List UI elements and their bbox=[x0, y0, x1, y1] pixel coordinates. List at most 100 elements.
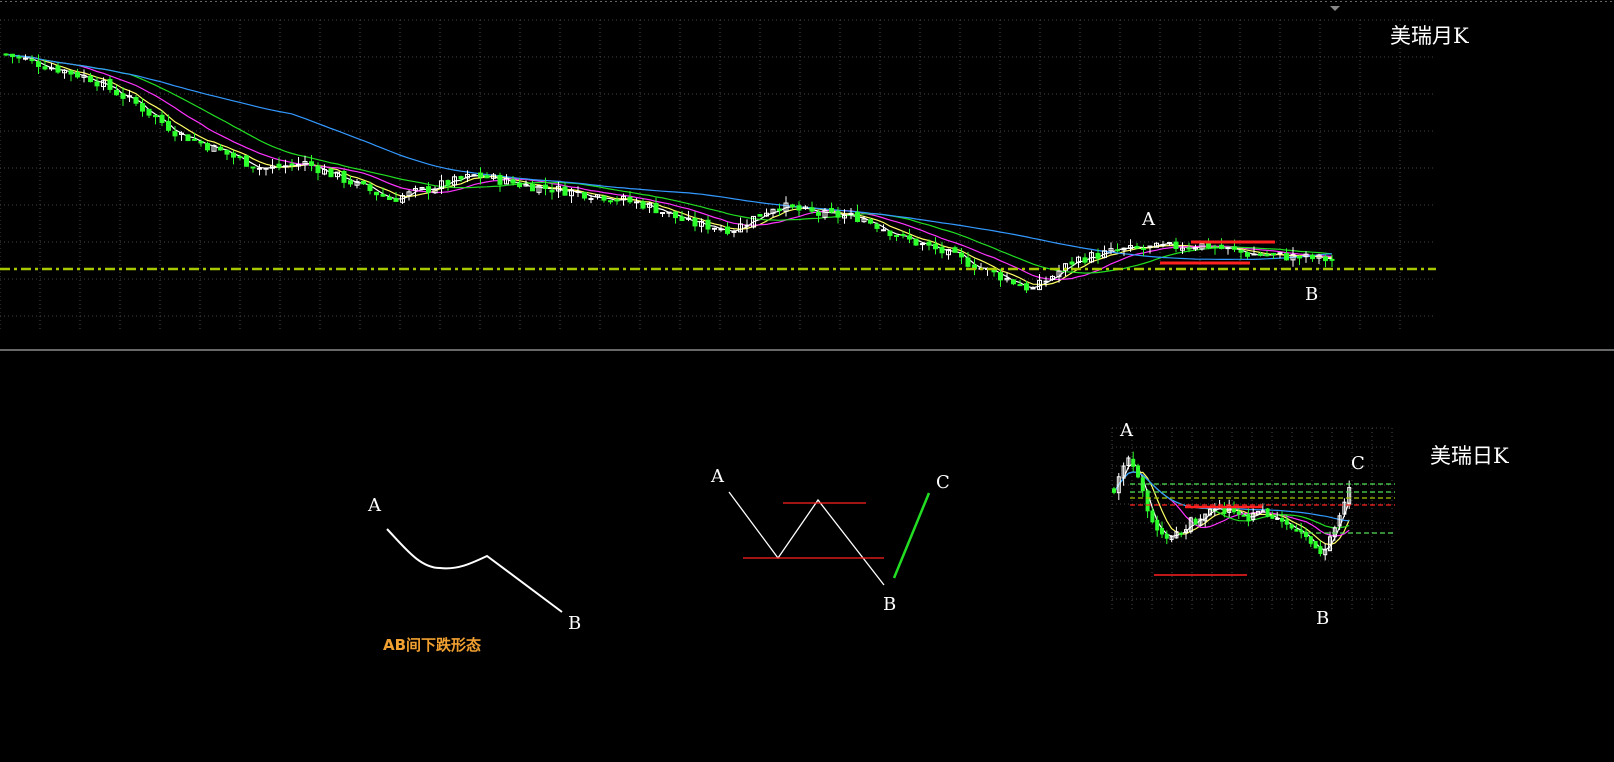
zigzag-line bbox=[728, 491, 885, 586]
monthly-candle-body bbox=[205, 143, 210, 151]
monthly-candle-body bbox=[315, 165, 321, 174]
monthly-candle-body bbox=[387, 196, 392, 200]
monthly-candle-body bbox=[484, 175, 490, 179]
monthly-candle-body bbox=[575, 190, 581, 193]
daily-candle-body bbox=[1265, 508, 1270, 517]
monthly-candle-body bbox=[725, 226, 730, 234]
monthly-candle-body bbox=[907, 235, 912, 240]
monthly-candle-body bbox=[1030, 287, 1036, 290]
monthly-candle-body bbox=[608, 200, 613, 203]
diagram-zigzag bbox=[728, 491, 931, 586]
monthly-candle-body bbox=[1219, 244, 1224, 249]
monthly-point-b-label: B bbox=[1305, 284, 1319, 305]
monthly-candle-body bbox=[1323, 256, 1328, 262]
monthly-candle-body bbox=[965, 257, 971, 267]
monthly-candle-body bbox=[153, 114, 158, 118]
monthly-candle-body bbox=[42, 66, 48, 70]
monthly-candle-body bbox=[939, 246, 945, 254]
diagram1-point-a-label: A bbox=[368, 495, 381, 516]
monthly-candle-body bbox=[3, 53, 9, 56]
monthly-candle-body bbox=[1024, 283, 1029, 291]
monthly-candle-body bbox=[55, 65, 61, 73]
daily-candle-body bbox=[1308, 536, 1313, 544]
monthly-candle-body bbox=[757, 213, 763, 217]
monthly-candle-body bbox=[887, 230, 893, 237]
diagram2-point-a-label: A bbox=[711, 466, 724, 487]
monthly-candle-body bbox=[224, 149, 230, 155]
daily-candle-body bbox=[1318, 546, 1323, 554]
monthly-candles bbox=[3, 53, 1335, 293]
daily-candle-body bbox=[1164, 533, 1169, 539]
monthly-ma-line bbox=[5, 53, 1333, 286]
daily-candle-body bbox=[1294, 529, 1299, 532]
monthly-candle-body bbox=[660, 212, 665, 215]
daily-candle-body bbox=[1313, 541, 1318, 549]
decline-curve bbox=[386, 528, 563, 613]
monthly-ma-line bbox=[5, 53, 1333, 260]
monthly-candle-body bbox=[913, 238, 919, 246]
monthly-candle-body bbox=[1186, 247, 1192, 250]
monthly-candle-body bbox=[1297, 255, 1302, 259]
monthly-candle-body bbox=[1043, 280, 1049, 283]
monthly-candle-body bbox=[881, 229, 886, 232]
monthly-candle-body bbox=[114, 89, 119, 96]
monthly-candle-body bbox=[601, 195, 607, 201]
monthly-candle-body bbox=[192, 138, 197, 141]
monthly-grid bbox=[0, 19, 1436, 330]
monthly-candle-body bbox=[231, 152, 236, 158]
daily-candle-body bbox=[1155, 519, 1160, 531]
breakout-line bbox=[892, 492, 931, 579]
monthly-candle-body bbox=[926, 241, 932, 246]
monthly-candle-body bbox=[562, 186, 568, 196]
monthly-candle-body bbox=[146, 108, 152, 116]
monthly-candle-body bbox=[497, 174, 503, 185]
monthly-candle-body bbox=[1284, 253, 1289, 261]
daily-point-c-label: C bbox=[1351, 453, 1365, 474]
monthly-candle-body bbox=[166, 120, 171, 131]
monthly-candle-body bbox=[1134, 246, 1140, 249]
monthly-candle-body bbox=[1212, 246, 1218, 249]
monthly-candle-body bbox=[1238, 249, 1244, 253]
monthly-candle-body bbox=[276, 163, 282, 168]
monthly-candle-body bbox=[283, 165, 288, 168]
monthly-moving-averages bbox=[5, 53, 1333, 289]
monthly-candle-body bbox=[816, 211, 821, 216]
monthly-candle-body bbox=[1277, 252, 1283, 255]
monthly-candle-body bbox=[744, 224, 750, 227]
monthly-candle-body bbox=[120, 93, 126, 99]
monthly-candle-body bbox=[10, 53, 15, 58]
monthly-candle-body bbox=[367, 184, 373, 191]
daily-candle-body bbox=[1241, 514, 1246, 517]
monthly-candle-body bbox=[263, 167, 269, 170]
monthly-candle-body bbox=[328, 168, 334, 178]
monthly-candle-body bbox=[627, 196, 633, 203]
monthly-candle-body bbox=[991, 269, 997, 273]
monthly-candle-body bbox=[829, 208, 834, 213]
daily-candle-body bbox=[1160, 527, 1164, 535]
monthly-candle-body bbox=[790, 204, 795, 208]
monthly-candle-body bbox=[257, 167, 262, 170]
monthly-candle-body bbox=[705, 219, 711, 230]
monthly-candle-body bbox=[36, 61, 41, 68]
monthly-candle-body bbox=[471, 174, 477, 177]
daily-candle-body bbox=[1284, 519, 1289, 525]
monthly-candle-body bbox=[140, 103, 145, 112]
monthly-candle-body bbox=[380, 194, 386, 197]
daily-candle-body bbox=[1236, 511, 1241, 515]
monthly-candle-body bbox=[88, 75, 93, 83]
daily-candle-body bbox=[1212, 508, 1217, 511]
monthly-candle-body bbox=[952, 247, 958, 253]
monthly-candle-body bbox=[218, 146, 223, 151]
monthly-candle-body bbox=[640, 201, 646, 209]
monthly-point-a-label: A bbox=[1142, 209, 1155, 230]
diagram2-point-b-label: B bbox=[883, 594, 897, 615]
monthly-candle-body bbox=[835, 210, 841, 218]
monthly-candle-body bbox=[1141, 247, 1146, 250]
daily-point-b-label: B bbox=[1316, 608, 1330, 629]
monthly-chart bbox=[0, 19, 1436, 330]
monthly-candle-body bbox=[1329, 258, 1335, 261]
monthly-candle-body bbox=[1082, 257, 1088, 263]
monthly-candle-body bbox=[1264, 254, 1270, 257]
monthly-ma-line bbox=[5, 53, 1333, 281]
monthly-candle-body bbox=[309, 161, 314, 167]
